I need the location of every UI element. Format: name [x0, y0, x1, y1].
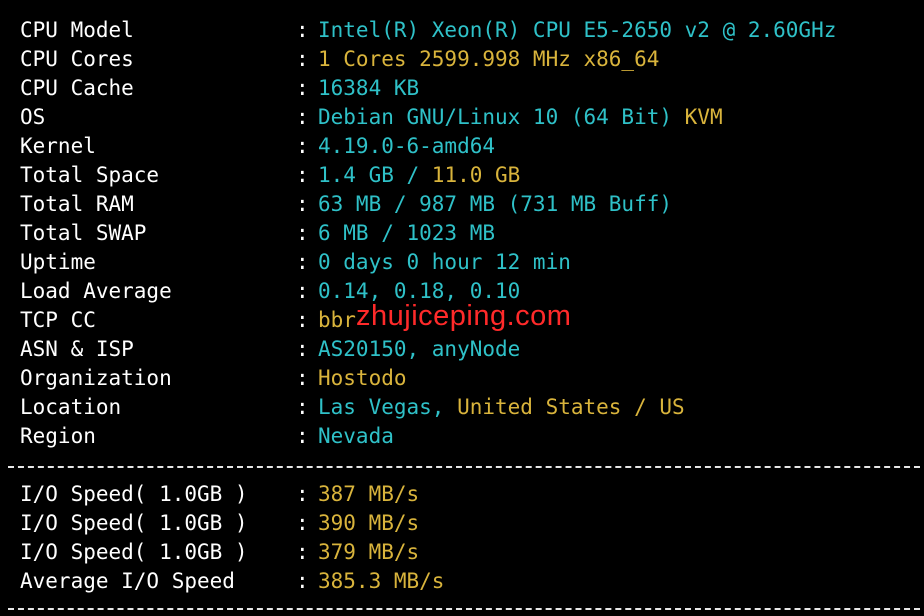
value-segment: United States / US — [457, 395, 685, 419]
value-segment: 1 Cores 2599.998 MHz x86_64 — [318, 47, 660, 71]
system-info-value: 1.4 GB / 11.0 GB — [318, 161, 520, 190]
separator-colon: : — [296, 569, 309, 593]
terminal-window: CPU Model: Intel(R) Xeon(R) CPU E5-2650 v… — [0, 0, 924, 616]
value-segment: 387 MB/s — [318, 482, 420, 506]
system-info-label: Load Average — [20, 279, 172, 303]
system-info-label: CPU Cores — [20, 47, 134, 71]
separator-colon: : — [296, 424, 309, 448]
value-segment: Debian GNU/Linux 10 (64 Bit) — [318, 105, 673, 129]
separator-colon: : — [296, 192, 309, 216]
value-segment: 390 MB/s — [318, 511, 420, 535]
separator-colon: : — [296, 250, 309, 274]
value-segment: 1.4 GB — [318, 163, 394, 187]
separator-colon: : — [296, 221, 309, 245]
value-segment: 379 MB/s — [318, 540, 420, 564]
separator-colon: : — [296, 163, 309, 187]
separator-colon: : — [296, 105, 309, 129]
system-info-value: Hostodo — [318, 364, 407, 393]
value-segment: 16384 KB — [318, 76, 420, 100]
system-info-value: 63 MB / 987 MB (731 MB Buff) — [318, 190, 672, 219]
io-speed-label: I/O Speed( 1.0GB ) — [20, 482, 248, 506]
separator-colon: : — [296, 366, 309, 390]
value-segment: bbr — [318, 308, 356, 332]
io-speed-value: 385.3 MB/s — [318, 567, 444, 596]
system-info-label: Uptime — [20, 250, 96, 274]
system-info-value: 6 MB / 1023 MB — [318, 219, 495, 248]
separator-colon: : — [296, 482, 309, 506]
system-info-value: Intel(R) Xeon(R) CPU E5-2650 v2 @ 2.60GH… — [318, 16, 836, 45]
separator-colon: : — [296, 134, 309, 158]
io-speed-value: 379 MB/s — [318, 538, 419, 567]
system-info-label: Kernel — [20, 134, 96, 158]
separator-colon: : — [296, 395, 309, 419]
system-info-label: Total Space — [20, 163, 160, 187]
separator-colon: : — [296, 540, 309, 564]
system-info-label: CPU Model — [20, 18, 134, 42]
system-info-value: 4.19.0-6-amd64 — [318, 132, 495, 161]
system-info-label: Total SWAP — [20, 221, 147, 245]
system-info-value: bbr — [318, 306, 356, 335]
io-speed-value: 390 MB/s — [318, 509, 419, 538]
value-segment: / — [393, 163, 432, 187]
system-info-label: ASN & ISP — [20, 337, 134, 361]
io-speed-value: 387 MB/s — [318, 480, 419, 509]
separator-colon: : — [296, 279, 309, 303]
system-info-label: Organization — [20, 366, 172, 390]
value-segment: 63 MB / 987 MB (731 MB Buff) — [318, 192, 673, 216]
system-info-label: Region — [20, 424, 96, 448]
separator-colon: : — [296, 76, 309, 100]
section-divider-bottom — [8, 608, 920, 610]
system-info-value: Las Vegas, United States / US — [318, 393, 685, 422]
separator-colon: : — [296, 337, 309, 361]
value-segment: Intel(R) Xeon(R) CPU E5-2650 v2 @ 2.60GH… — [318, 18, 837, 42]
system-info-value: 16384 KB — [318, 74, 419, 103]
value-segment: 6 MB / 1023 MB — [318, 221, 496, 245]
separator-colon: : — [296, 511, 309, 535]
io-speed-label: I/O Speed( 1.0GB ) — [20, 540, 248, 564]
value-segment — [444, 395, 457, 419]
separator-colon: : — [296, 308, 309, 332]
value-segment: AS20150, anyNode — [318, 337, 521, 361]
value-segment: Las Vegas, — [318, 395, 445, 419]
system-info-label: OS — [20, 105, 46, 129]
system-info-value: 1 Cores 2599.998 MHz x86_64 — [318, 45, 659, 74]
io-speed-label: I/O Speed( 1.0GB ) — [20, 511, 248, 535]
system-info-value: 0 days 0 hour 12 min — [318, 248, 571, 277]
io-speed-label: Average I/O Speed — [20, 569, 235, 593]
value-segment: 385.3 MB/s — [318, 569, 445, 593]
section-divider-top — [8, 466, 920, 468]
system-info-value: Nevada — [318, 422, 394, 451]
value-segment: Hostodo — [318, 366, 407, 390]
system-info-label: Location — [20, 395, 122, 419]
value-segment: KVM — [684, 105, 723, 129]
value-segment — [672, 105, 685, 129]
system-info-label: TCP CC — [20, 308, 96, 332]
separator-colon: : — [296, 47, 309, 71]
value-segment: 4.19.0-6-amd64 — [318, 134, 496, 158]
value-segment: Nevada — [318, 424, 394, 448]
system-info-label: Total RAM — [20, 192, 134, 216]
system-info-value: Debian GNU/Linux 10 (64 Bit) KVM — [318, 103, 723, 132]
value-segment: 0 days 0 hour 12 min — [318, 250, 571, 274]
system-info-value: AS20150, anyNode — [318, 335, 520, 364]
system-info-label: CPU Cache — [20, 76, 134, 100]
value-segment: 11.0 GB — [431, 163, 521, 187]
separator-colon: : — [296, 18, 309, 42]
watermark-text: zhujiceping.com — [356, 300, 572, 332]
